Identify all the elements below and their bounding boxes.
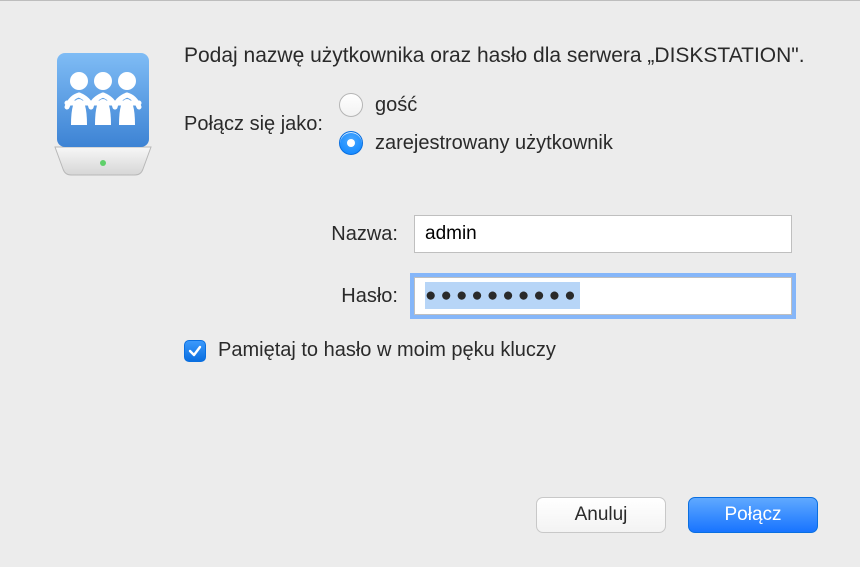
name-input[interactable] (414, 215, 792, 253)
cancel-button[interactable]: Anuluj (536, 497, 666, 533)
connect-to-server-dialog: Podaj nazwę użytkownika oraz hasło dla s… (0, 0, 860, 567)
top-row: Podaj nazwę użytkownika oraz hasło dla s… (48, 41, 812, 177)
radio-guest[interactable]: gość (339, 93, 613, 117)
right-column: Podaj nazwę użytkownika oraz hasło dla s… (184, 41, 812, 155)
remember-row[interactable]: Pamiętaj to hasło w moim pęku kluczy (184, 339, 812, 362)
radio-registered[interactable]: zarejestrowany użytkownik (339, 131, 613, 155)
radio-guest-label: gość (375, 94, 417, 117)
prompt-text: Podaj nazwę użytkownika oraz hasło dla s… (184, 41, 812, 71)
password-mask: ●●●●●●●●●● (425, 282, 580, 309)
server-icon (48, 41, 158, 177)
remember-label: Pamiętaj to hasło w moim pęku kluczy (218, 339, 556, 362)
dialog-content: Podaj nazwę użytkownika oraz hasło dla s… (0, 1, 860, 392)
connect-as-label: Połącz się jako: (184, 113, 329, 136)
remember-checkbox[interactable] (184, 340, 206, 362)
password-row: Hasło: ●●●●●●●●●● (184, 277, 792, 315)
connect-as-row: Połącz się jako: gość zarejestrowany uży… (184, 93, 812, 155)
dialog-buttons: Anuluj Połącz (536, 497, 818, 533)
radio-registered-button[interactable] (339, 131, 363, 155)
connect-button[interactable]: Połącz (688, 497, 818, 533)
radio-guest-button[interactable] (339, 93, 363, 117)
connect-as-radios: gość zarejestrowany użytkownik (339, 93, 613, 155)
password-label: Hasło: (184, 285, 414, 308)
name-label: Nazwa: (184, 223, 414, 246)
credentials-form: Nazwa: Hasło: ●●●●●●●●●● (184, 215, 792, 315)
radio-registered-label: zarejestrowany użytkownik (375, 132, 613, 155)
password-input[interactable]: ●●●●●●●●●● (414, 277, 792, 315)
name-row: Nazwa: (184, 215, 792, 253)
